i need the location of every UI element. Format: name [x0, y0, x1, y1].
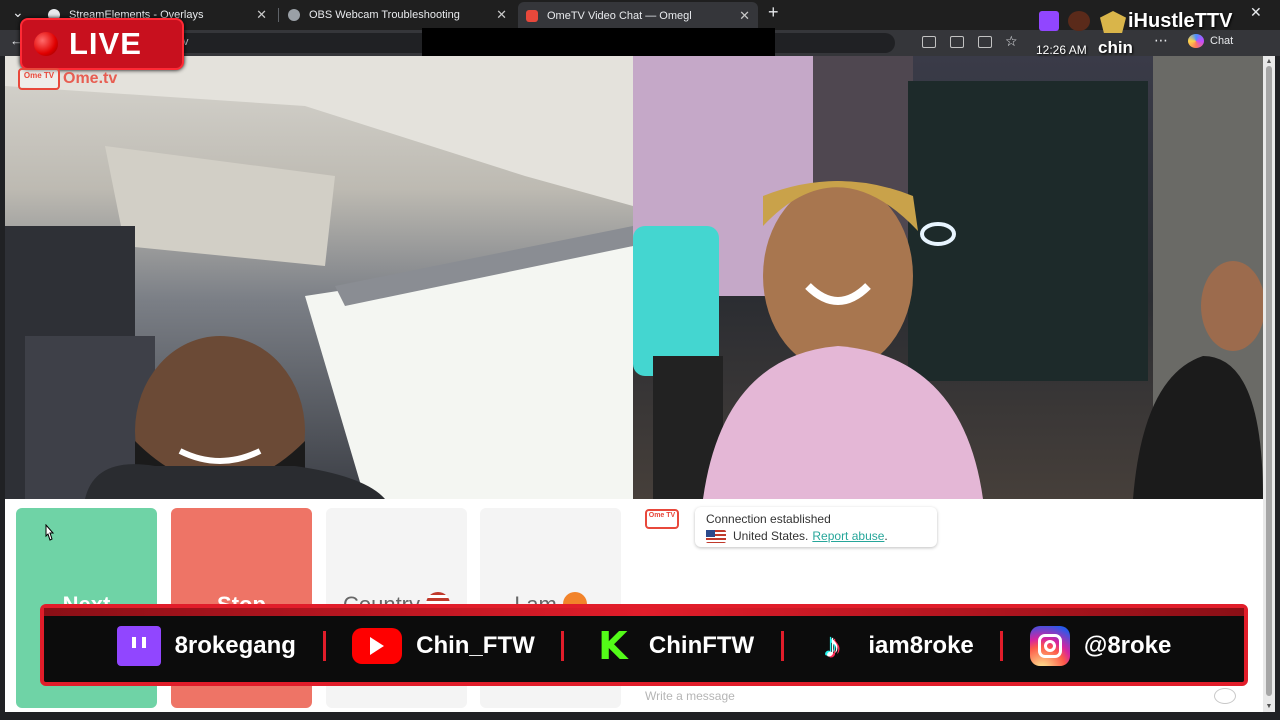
emblem-icon	[1068, 11, 1090, 31]
kick-icon: K	[598, 624, 628, 668]
divider	[322, 631, 326, 661]
tab-obs-troubleshooting[interactable]: OBS Webcam Troubleshooting ✕	[280, 4, 515, 26]
ometv-logo-box: Ome TV	[18, 68, 60, 90]
live-dot-icon	[34, 32, 58, 56]
instagram-icon	[1029, 626, 1070, 666]
stranger-video-feed	[633, 56, 1263, 499]
favorite-star-icon[interactable]: ☆	[1005, 33, 1018, 50]
us-flag-icon	[706, 529, 726, 543]
ometv-chat-logo: Ome TV	[645, 509, 679, 529]
streamer-overlay: iHustleTTV 12:26 AM chin	[1036, 8, 1276, 60]
live-label: LIVE	[69, 26, 142, 61]
youtube-handle: Chin_FTW	[416, 632, 535, 659]
social-instagram: @8roke	[1029, 626, 1172, 666]
report-abuse-link[interactable]: Report abuse	[812, 529, 884, 543]
tiktok-icon: ♪	[823, 626, 841, 665]
tab-title: OmeTV Video Chat — Omegl	[547, 10, 692, 22]
tiktok-handle: iam8roke	[868, 632, 974, 659]
message-input[interactable]: Write a message	[645, 689, 735, 703]
ometv-logo[interactable]: Ome TV Ome.tv	[18, 68, 117, 90]
stranger-country: United States.	[733, 529, 809, 543]
live-badge: LIVE	[20, 18, 184, 70]
camera-icon[interactable]	[922, 36, 936, 48]
new-tab-button[interactable]: +	[768, 2, 779, 23]
obs-favicon-icon	[288, 9, 300, 21]
tab-divider	[278, 8, 279, 22]
divider	[780, 631, 784, 661]
social-kick: K ChinFTW	[591, 624, 755, 668]
streamer-sub-name: chin	[1098, 38, 1133, 57]
ometv-logo-name: Ome.tv	[63, 70, 118, 87]
close-tab-icon[interactable]: ✕	[496, 7, 507, 23]
connection-status: Connection established	[706, 512, 831, 526]
extensions-icon[interactable]	[950, 36, 964, 48]
tab-search-icon[interactable]: ⌄	[12, 4, 24, 21]
system-message: Connection established United States. Re…	[695, 507, 937, 547]
divider	[561, 631, 565, 661]
twitch-icon	[116, 626, 161, 666]
instagram-handle: @8roke	[1083, 632, 1172, 659]
streamer-name: iHustleTTV	[1128, 10, 1233, 32]
kick-handle: ChinFTW	[648, 632, 755, 659]
social-twitch: 8rokegang	[116, 626, 296, 666]
page-scrollbar[interactable]: ▲ ▼	[1263, 56, 1275, 712]
tab-title: OBS Webcam Troubleshooting	[309, 9, 460, 21]
mouse-cursor-icon	[45, 524, 55, 541]
ometv-favicon-icon	[526, 10, 538, 22]
scroll-down-icon[interactable]: ▼	[1263, 703, 1275, 710]
reader-icon[interactable]	[978, 36, 992, 48]
screen: ⌄ StreamElements - Overlays ✕ OBS Webcam…	[0, 0, 1280, 720]
local-video-feed	[5, 56, 633, 499]
twitch-handle: 8rokegang	[174, 632, 296, 659]
report-suffix: .	[884, 529, 888, 543]
social-youtube: Chin_FTW	[352, 628, 535, 664]
close-tab-icon[interactable]: ✕	[256, 7, 267, 23]
close-tab-icon[interactable]: ✕	[739, 8, 750, 24]
twitch-icon	[1039, 11, 1059, 31]
tab-ometv[interactable]: OmeTV Video Chat — Omegl ✕	[518, 2, 758, 30]
clock: 12:26 AM	[1036, 43, 1087, 57]
crest-icon	[1100, 11, 1126, 33]
socials-banner: 8rokegang Chin_FTW K ChinFTW ♪ iam8roke …	[40, 604, 1248, 686]
youtube-icon	[352, 628, 403, 664]
scrollbar-thumb[interactable]	[1266, 66, 1272, 696]
divider	[1000, 631, 1004, 661]
social-tiktok: ♪ iam8roke	[810, 626, 974, 666]
stranger-video-illustration	[633, 56, 1263, 499]
emoji-icon[interactable]	[1214, 688, 1236, 704]
local-video-illustration	[5, 56, 633, 499]
